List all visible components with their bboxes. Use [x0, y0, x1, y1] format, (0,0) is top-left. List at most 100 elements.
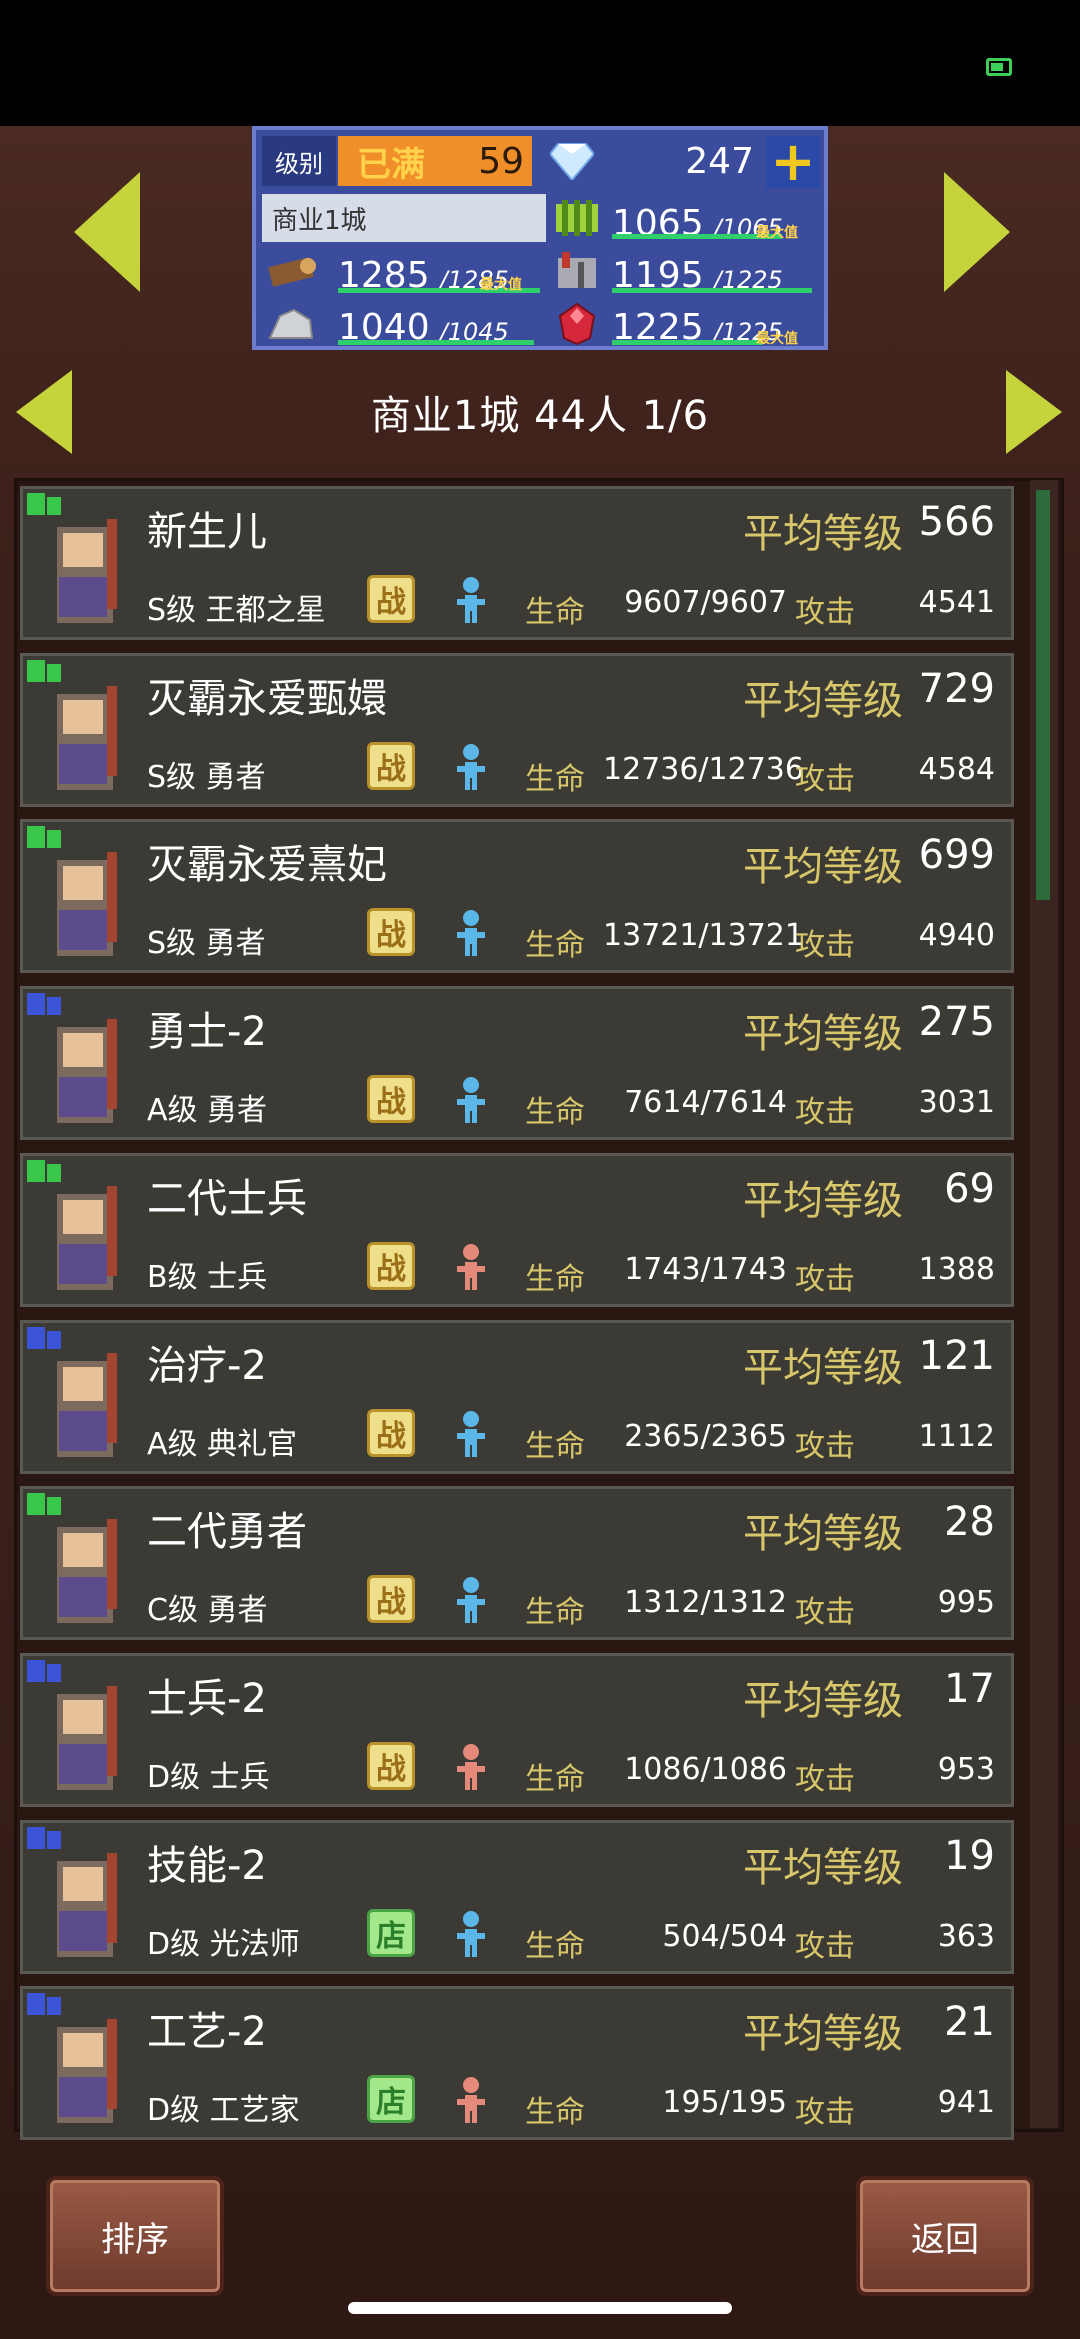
level-max-status: 已满 [338, 136, 444, 186]
resident-row[interactable]: 灭霸永爱甄嬛 平均等级 729 S级 勇者 战 生命 12736/12736 攻… [20, 653, 1014, 807]
avg-level-value: 17 [944, 1666, 995, 1712]
attack-label: 攻击 [795, 762, 855, 797]
battle-badge: 战 [367, 1075, 415, 1123]
resident-name: 新生儿 [147, 509, 267, 555]
attack-label: 攻击 [795, 2095, 855, 2130]
avg-level-value: 566 [918, 499, 995, 545]
ruby-icon [558, 302, 596, 346]
character-portrait-icon [27, 826, 117, 956]
hp-value: 504/504 [662, 1919, 787, 1954]
resident-class: A级 勇者 [147, 1093, 268, 1128]
stone-bar [338, 340, 534, 345]
resident-name: 勇士-2 [147, 1009, 267, 1055]
resident-class: D级 光法师 [147, 1927, 300, 1962]
character-portrait-icon [27, 1160, 117, 1290]
hp-value: 7614/7614 [624, 1085, 787, 1120]
wheat-icon [556, 200, 598, 236]
status-bar [0, 0, 1080, 126]
hp-label: 生命 [525, 1595, 585, 1630]
sort-button[interactable]: 排序 [46, 2176, 224, 2296]
attack-value: 4940 [918, 918, 995, 953]
attack-value: 3031 [918, 1085, 995, 1120]
hp-value: 195/195 [662, 2085, 787, 2120]
avg-level-label: 平均等级 [743, 844, 903, 890]
gem-count: 247 [685, 140, 754, 182]
level-label: 级别 [262, 136, 336, 186]
battle-badge: 战 [367, 1575, 415, 1623]
resident-class: C级 勇者 [147, 1593, 268, 1628]
attack-label: 攻击 [795, 1595, 855, 1630]
attack-value: 1112 [918, 1419, 995, 1454]
resident-name: 士兵-2 [147, 1676, 267, 1722]
attack-value: 4541 [918, 585, 995, 620]
attack-value: 953 [937, 1752, 995, 1787]
resident-row[interactable]: 勇士-2 平均等级 275 A级 勇者 战 生命 7614/7614 攻击 30… [20, 986, 1014, 1140]
male-icon [457, 1077, 485, 1123]
resident-class: S级 王都之星 [147, 593, 326, 628]
hp-label: 生命 [525, 928, 585, 963]
prev-city-arrow[interactable] [74, 172, 140, 292]
battle-badge: 战 [367, 1409, 415, 1457]
next-page-arrow[interactable] [1006, 370, 1062, 454]
resident-row[interactable]: 二代勇者 平均等级 28 C级 勇者 战 生命 1312/1312 攻击 995 [20, 1486, 1014, 1640]
resident-class: D级 士兵 [147, 1760, 270, 1795]
avg-level-label: 平均等级 [743, 1178, 903, 1224]
ruby-max-tag: 最大值 [756, 331, 798, 347]
avg-level-label: 平均等级 [743, 2011, 903, 2057]
resident-name: 二代士兵 [147, 1176, 307, 1222]
attack-label: 攻击 [795, 1762, 855, 1797]
next-city-arrow[interactable] [944, 172, 1010, 292]
hp-value: 13721/13721 [603, 918, 804, 953]
hp-label: 生命 [525, 1262, 585, 1297]
resident-row[interactable]: 工艺-2 平均等级 21 D级 工艺家 店 生命 195/195 攻击 941 [20, 1986, 1014, 2140]
resident-row[interactable]: 士兵-2 平均等级 17 D级 士兵 战 生命 1086/1086 攻击 953 [20, 1653, 1014, 1807]
resident-name: 技能-2 [147, 1843, 267, 1889]
attack-label: 攻击 [795, 928, 855, 963]
resident-row[interactable]: 技能-2 平均等级 19 D级 光法师 店 生命 504/504 攻击 363 [20, 1820, 1014, 1974]
battle-badge: 战 [367, 575, 415, 623]
resident-row[interactable]: 新生儿 平均等级 566 S级 王都之星 战 生命 9607/9607 攻击 4… [20, 486, 1014, 640]
hp-value: 1743/1743 [624, 1252, 787, 1287]
weapons-resource: 1195 /1225 [612, 242, 783, 295]
attack-value: 4584 [918, 752, 995, 787]
avg-level-value: 19 [944, 1833, 995, 1879]
resident-row[interactable]: 治疗-2 平均等级 121 A级 典礼官 战 生命 2365/2365 攻击 1… [20, 1320, 1014, 1474]
avg-level-label: 平均等级 [743, 511, 903, 557]
resident-row[interactable]: 灭霸永爱熹妃 平均等级 699 S级 勇者 战 生命 13721/13721 攻… [20, 819, 1014, 973]
shop-badge: 店 [367, 2075, 415, 2123]
food-max-tag: 最大值 [756, 225, 798, 241]
avg-level-value: 699 [918, 832, 995, 878]
avg-level-value: 121 [918, 1333, 995, 1379]
armory-icon [558, 252, 596, 288]
diamond-icon [550, 143, 594, 180]
level-value: 59 [444, 136, 532, 186]
ruby-bar [612, 340, 762, 345]
home-indicator [348, 2302, 732, 2314]
hp-value: 2365/2365 [624, 1419, 787, 1454]
battery-icon [986, 58, 1012, 76]
avg-level-label: 平均等级 [743, 1845, 903, 1891]
male-icon [457, 910, 485, 956]
character-portrait-icon [27, 1993, 117, 2123]
battle-badge: 战 [367, 1742, 415, 1790]
character-portrait-icon [27, 1660, 117, 1790]
resident-row[interactable]: 二代士兵 平均等级 69 B级 士兵 战 生命 1743/1743 攻击 138… [20, 1153, 1014, 1307]
city-name-field: 商业1城 [262, 194, 546, 242]
avg-level-value: 69 [944, 1166, 995, 1212]
male-icon [457, 1411, 485, 1457]
hp-value: 1312/1312 [624, 1585, 787, 1620]
hp-value: 12736/12736 [603, 752, 804, 787]
battle-badge: 战 [367, 742, 415, 790]
back-button[interactable]: 返回 [856, 2176, 1034, 2296]
resident-name: 二代勇者 [147, 1509, 307, 1555]
avg-level-value: 729 [918, 666, 995, 712]
scrollbar-thumb[interactable] [1036, 490, 1050, 900]
avg-level-value: 275 [918, 999, 995, 1045]
buy-gems-button[interactable]: + [766, 135, 820, 189]
resident-name: 灭霸永爱甄嬛 [147, 676, 387, 722]
female-icon [457, 1744, 485, 1790]
hp-value: 1086/1086 [624, 1752, 787, 1787]
male-icon [457, 577, 485, 623]
attack-value: 1388 [918, 1252, 995, 1287]
hp-label: 生命 [525, 762, 585, 797]
